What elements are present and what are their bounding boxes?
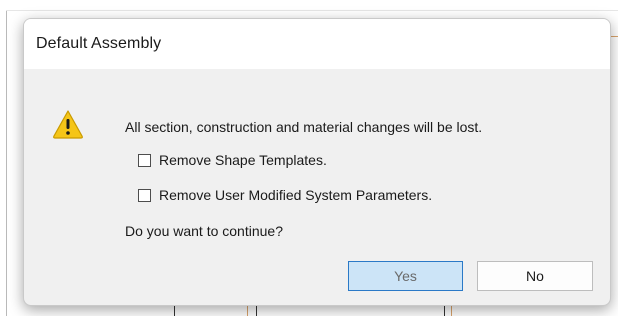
warning-icon	[53, 110, 83, 139]
dialog-title: Default Assembly	[36, 35, 162, 52]
no-button[interactable]: No	[477, 261, 593, 291]
remove-system-parameters-label[interactable]: Remove User Modified System Parameters.	[159, 187, 432, 203]
remove-system-parameters-option[interactable]: Remove User Modified System Parameters.	[138, 185, 432, 205]
remove-system-parameters-checkbox[interactable]	[138, 188, 151, 202]
warning-message: All section, construction and material c…	[125, 119, 483, 135]
yes-button[interactable]: Yes	[348, 261, 463, 291]
remove-shape-templates-option[interactable]: Remove Shape Templates.	[138, 150, 327, 170]
default-assembly-dialog: Default Assembly All section, constructi…	[23, 18, 611, 306]
dialog-titlebar[interactable]: Default Assembly	[24, 19, 610, 69]
background-window-edge	[6, 10, 7, 316]
background-window-top-edge	[6, 10, 618, 11]
screen: Default Assembly All section, constructi…	[0, 0, 618, 316]
remove-shape-templates-label[interactable]: Remove Shape Templates.	[159, 152, 327, 168]
remove-shape-templates-checkbox[interactable]	[138, 153, 151, 167]
confirm-question: Do you want to continue?	[125, 223, 283, 239]
